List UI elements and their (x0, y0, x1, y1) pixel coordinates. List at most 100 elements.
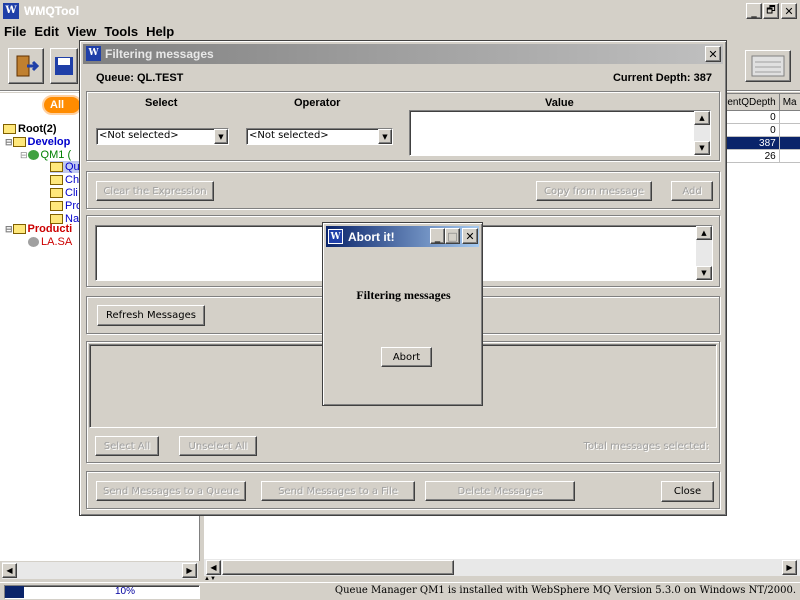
tree-qm1-label: QM1 ( (40, 149, 72, 161)
filter-title: Filtering messages (105, 47, 214, 61)
main-titlebar: W WMQTool _ 🗗 ✕ (0, 0, 800, 22)
abort-titlebar: W Abort it! _ □ ✕ (326, 226, 479, 247)
status-bar: 10% Queue Manager QM1 is installed with … (0, 582, 800, 600)
value-header: Value (545, 97, 574, 109)
qmgr-icon (28, 237, 39, 248)
send-to-file-button[interactable]: Send Messages to a File (261, 481, 415, 501)
exit-icon[interactable] (8, 48, 44, 84)
abort-dialog: W Abort it! _ □ ✕ Filtering messages Abo… (322, 222, 483, 406)
depth-label: Current Depth: 387 (612, 72, 712, 84)
tree-hscrollbar[interactable]: ◀ ▶ (2, 562, 198, 579)
menu-edit[interactable]: Edit (34, 24, 59, 42)
grid-cell[interactable]: 0 (720, 110, 780, 124)
tree-qm1[interactable]: ⊟ QM1 ( (20, 149, 71, 161)
folder-icon (50, 175, 63, 186)
scroll-right-icon[interactable]: ▶ (782, 560, 797, 575)
queue-label: Queue: QL.TEST (96, 72, 184, 84)
select-dropdown[interactable]: <Not selected> ▼ (96, 128, 229, 145)
status-message: Queue Manager QM1 is installed with WebS… (334, 585, 796, 596)
tree-develop-label: Develop (27, 136, 71, 148)
tree-queues-label: Qu (65, 161, 80, 173)
tree-production-label: Producti (27, 223, 73, 235)
folder-open-icon (12, 137, 26, 148)
chevron-down-icon[interactable]: ▼ (378, 129, 392, 144)
select-all-button[interactable]: Select All (95, 436, 159, 456)
select-value: <Not selected> (99, 130, 179, 141)
expression-buttons-group: Clear the Expression Copy from message A… (86, 171, 720, 209)
grid-cell[interactable]: 0 (720, 123, 780, 137)
actions-group: Send Messages to a Queue Send Messages t… (86, 471, 720, 509)
minimize-button[interactable]: _ (746, 3, 762, 19)
operator-value: <Not selected> (249, 130, 329, 141)
filter-close-button[interactable]: ✕ (705, 46, 721, 62)
delete-messages-button[interactable]: Delete Messages (425, 481, 575, 501)
tree-production[interactable]: ⊟ Producti (5, 223, 72, 235)
refresh-messages-button[interactable]: Refresh Messages (97, 305, 205, 326)
abort-button[interactable]: Abort (381, 347, 432, 367)
filter-titlebar: W Filtering messages ✕ (83, 44, 723, 64)
abort-maximize-button[interactable]: □ (445, 228, 460, 244)
send-to-queue-button[interactable]: Send Messages to a Queue (96, 481, 246, 501)
grid-cell-selected[interactable]: 387 (720, 136, 780, 150)
tree-clients-label: Cli (65, 187, 78, 199)
qmgr-icon (27, 150, 39, 161)
app-logo-icon: W (3, 3, 19, 19)
value-scrollbar[interactable]: ▲ ▼ (694, 111, 710, 155)
value-textarea[interactable]: ▲ ▼ (409, 110, 711, 156)
progress-fill (5, 586, 25, 598)
operator-dropdown[interactable]: <Not selected> ▼ (246, 128, 393, 145)
scroll-down-icon[interactable]: ▼ (696, 266, 712, 280)
abort-title: Abort it! (348, 230, 395, 244)
folder-icon (50, 188, 63, 199)
tree-lasa[interactable]: LA.SA (28, 236, 72, 248)
chevron-down-icon[interactable]: ▼ (214, 129, 228, 144)
copy-from-message-button[interactable]: Copy from message (536, 181, 652, 201)
scroll-up-icon[interactable]: ▲ (694, 111, 710, 125)
abort-message: Filtering messages (356, 288, 451, 302)
scroll-right-icon[interactable]: ▶ (182, 563, 197, 578)
all-queues-button[interactable]: All Qu (42, 95, 82, 115)
folder-open-icon (3, 124, 16, 135)
abort-minimize-button[interactable]: _ (430, 228, 445, 244)
grid-header-max[interactable]: Ma (778, 93, 800, 111)
scroll-up-icon[interactable]: ▲ (696, 226, 712, 240)
scroll-left-icon[interactable]: ◀ (2, 563, 17, 578)
close-dialog-button[interactable]: Close (661, 481, 714, 502)
save-icon[interactable] (50, 48, 78, 84)
abort-close-button[interactable]: ✕ (462, 228, 478, 244)
tree-root-label: Root(2) (18, 123, 57, 135)
grid-view-icon[interactable] (745, 50, 791, 82)
scroll-down-icon[interactable]: ▼ (694, 141, 710, 155)
tree-channels-label: Ch (65, 174, 80, 186)
scroll-left-icon[interactable]: ◀ (206, 560, 221, 575)
progress-bar: 10% (4, 585, 200, 599)
menu-file[interactable]: File (4, 24, 26, 42)
tree-channels[interactable]: Ch (50, 174, 79, 186)
tree-queues[interactable]: Qu (50, 161, 80, 173)
app-title: WMQTool (24, 4, 80, 18)
expression-scrollbar[interactable]: ▲ ▼ (696, 226, 712, 280)
folder-icon (50, 201, 63, 212)
tree-root[interactable]: Root(2) (3, 123, 57, 135)
restore-button[interactable]: 🗗 (763, 3, 779, 19)
clear-expression-button[interactable]: Clear the Expression (96, 181, 214, 201)
abort-logo-icon: W (328, 229, 343, 244)
grid-hscrollbar[interactable]: ◀ ▶ (204, 559, 800, 576)
scroll-thumb[interactable] (222, 560, 454, 575)
select-header: Select (145, 97, 178, 109)
folder-icon (50, 162, 63, 173)
grid-header-depth[interactable]: rentQDepth (720, 93, 780, 111)
close-button[interactable]: ✕ (781, 3, 797, 19)
tree-develop[interactable]: ⊟ Develop (5, 136, 70, 148)
tree-lasa-label: LA.SA (41, 236, 73, 248)
grid-cell[interactable]: 26 (720, 149, 780, 163)
add-button[interactable]: Add (671, 181, 713, 201)
total-selected-label: Total messages selected: (583, 441, 709, 452)
tree-processes[interactable]: Pro (50, 200, 82, 212)
tree-clients[interactable]: Cli (50, 187, 78, 199)
folder-open-icon (12, 224, 26, 235)
expression-group: Select Operator Value <Not selected> ▼ <… (86, 91, 720, 161)
dialog-logo-icon: W (86, 46, 101, 61)
unselect-all-button[interactable]: Unselect All (179, 436, 257, 456)
operator-header: Operator (294, 97, 341, 109)
